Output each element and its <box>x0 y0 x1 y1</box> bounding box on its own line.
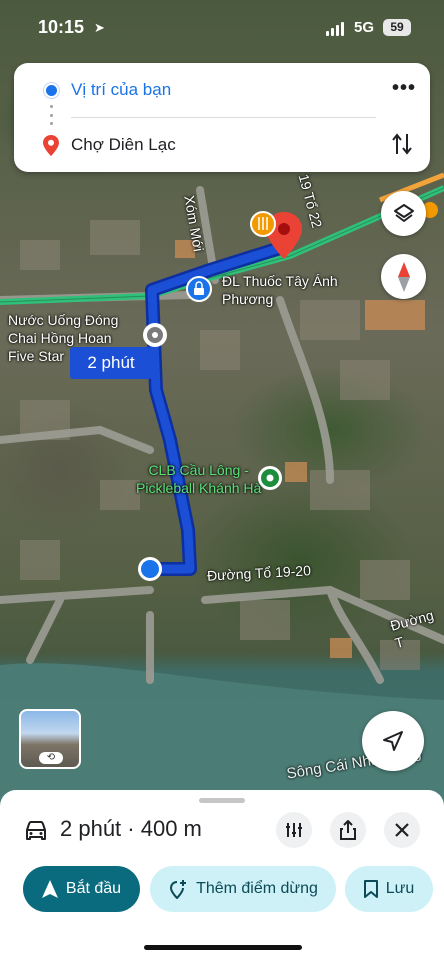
car-icon <box>26 821 46 840</box>
layers-icon <box>393 203 414 222</box>
add-stop-button[interactable]: Thêm điểm dừng <box>150 866 336 912</box>
route-summary: 2 phút · 400 m <box>60 816 202 841</box>
poi-label-water-line1: Nước Uống Đóng <box>8 312 119 328</box>
origin-text: Vị trí của bạn <box>71 80 172 99</box>
origin-dot-icon <box>46 85 57 96</box>
bookmark-icon <box>363 880 378 898</box>
close-icon <box>395 823 409 837</box>
swap-vertical-icon[interactable] <box>390 130 414 158</box>
network-type: 5G <box>354 19 375 36</box>
poi-label-water-line2: Chai Hồng Hoan <box>8 330 112 346</box>
destination-field[interactable]: Chợ Diên Lạc <box>14 120 430 170</box>
battery-icon: 59 <box>383 19 411 36</box>
add-stop-label: Thêm điểm dừng <box>196 880 318 897</box>
home-indicator[interactable] <box>144 945 302 950</box>
compass-button[interactable] <box>381 254 426 299</box>
destination-pin-icon <box>43 135 59 156</box>
location-services-icon: ➤ <box>94 20 105 35</box>
close-button[interactable] <box>384 812 420 848</box>
sheet-drag-handle[interactable] <box>199 798 245 803</box>
route-options-button[interactable] <box>276 812 312 848</box>
more-vert-icon[interactable]: ••• <box>392 77 416 100</box>
poi-label-pharmacy[interactable]: ĐL Thuốc Tây Ánh Phương <box>222 272 338 308</box>
start-navigation-button[interactable]: Bắt đầu <box>23 866 140 912</box>
navigation-arrow-icon <box>383 731 403 751</box>
field-divider <box>71 117 376 118</box>
route-bottom-sheet: 2 phút · 400 m Bắt đầu Thêm điểm dừng Lư… <box>0 790 444 960</box>
my-location-button[interactable] <box>362 711 424 771</box>
origin-field[interactable]: Vị trí của bạn ••• <box>14 65 430 115</box>
tune-icon <box>286 823 302 837</box>
share-icon <box>340 820 356 840</box>
poi-label-club-line1: CLB Cầu Lông - <box>148 462 249 478</box>
add-location-icon <box>170 880 187 899</box>
save-button[interactable]: Lưu <box>345 866 433 912</box>
poi-label-pharmacy-line1: ĐL Thuốc Tây Ánh <box>222 273 338 289</box>
destination-text: Chợ Diên Lạc <box>71 135 176 154</box>
street-view-rotate-icon: ⟲ <box>39 752 63 764</box>
route-duration-chip: 2 phút <box>70 347 152 379</box>
cell-signal-icon <box>326 22 344 36</box>
status-bar: 10:15 ➤ 5G 59 <box>0 0 444 58</box>
poi-label-club-line2: Pickleball Khánh Hà <box>136 480 262 496</box>
poi-label-pharmacy-line2: Phương <box>222 291 274 307</box>
save-label: Lưu <box>385 880 415 897</box>
share-button[interactable] <box>330 812 366 848</box>
street-view-thumbnail[interactable]: ⟲ <box>19 709 81 769</box>
poi-label-club[interactable]: CLB Cầu Lông - Pickleball Khánh Hà <box>136 461 261 497</box>
map-layers-button[interactable] <box>381 191 426 236</box>
directions-card: Vị trí của bạn ••• Chợ Diên Lạc <box>14 63 430 172</box>
compass-icon <box>397 261 410 292</box>
navigation-icon <box>41 880 58 898</box>
status-time: 10:15 <box>38 17 85 37</box>
start-label: Bắt đầu <box>65 880 122 897</box>
